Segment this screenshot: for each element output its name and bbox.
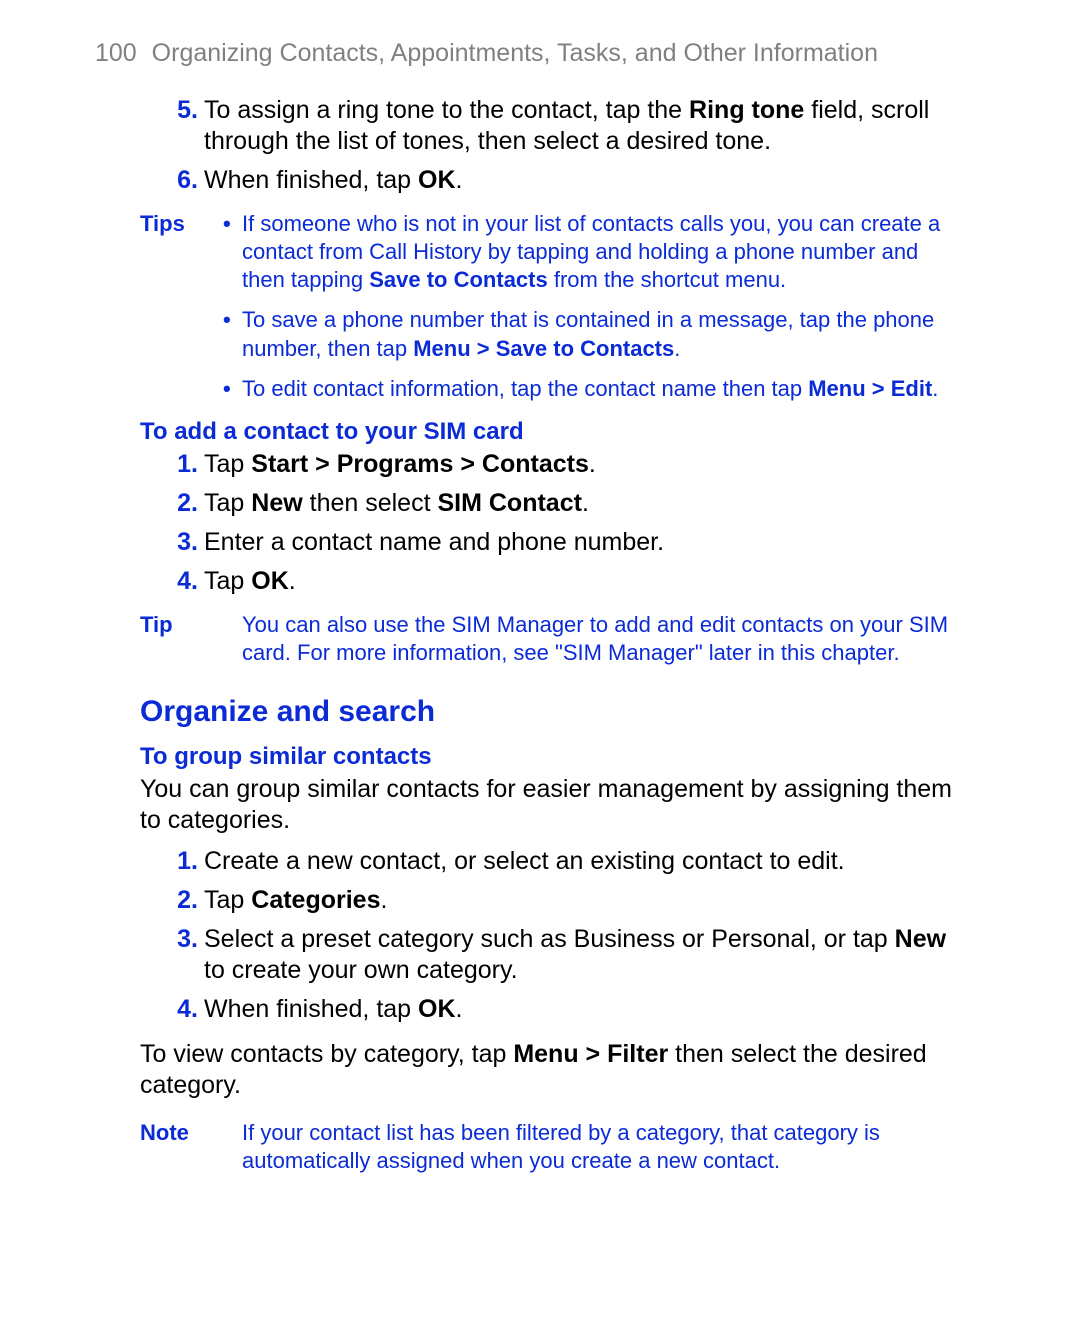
text-fragment: . xyxy=(456,995,463,1023)
step-text: To assign a ring tone to the contact, ta… xyxy=(204,96,929,155)
sim-step-1: 1. Tap Start > Programs > Contacts. xyxy=(140,449,965,480)
tip-item: • If someone who is not in your list of … xyxy=(242,210,965,294)
text-fragment: . xyxy=(932,376,938,401)
section-organize-search: Organize and search xyxy=(140,693,965,730)
step-number: 2. xyxy=(164,488,198,519)
text-fragment: Tap xyxy=(204,450,251,478)
note-text: If your contact list has been filtered b… xyxy=(242,1120,880,1173)
sim-step-3: 3. Enter a contact name and phone number… xyxy=(140,527,965,558)
sim-heading: To add a contact to your SIM card xyxy=(140,417,965,447)
page-header: 100 Organizing Contacts, Appointments, T… xyxy=(0,38,1080,69)
group-step-3: 3. Select a preset category such as Busi… xyxy=(140,924,965,986)
bold-ok: OK xyxy=(418,995,456,1023)
tip-item: • To save a phone number that is contain… xyxy=(242,306,965,362)
text-fragment: . xyxy=(380,886,387,914)
text-fragment: To edit contact information, tap the con… xyxy=(242,376,808,401)
group-steps-list: 1. Create a new contact, or select an ex… xyxy=(140,846,965,1025)
note-label: Note xyxy=(140,1119,189,1147)
group-intro: You can group similar contacts for easie… xyxy=(140,774,965,836)
step-number: 4. xyxy=(164,566,198,597)
text-fragment: . xyxy=(582,489,589,517)
bold-menu-filter: Menu > Filter xyxy=(513,1040,668,1068)
text-fragment: Tap xyxy=(204,886,251,914)
step-6: 6. When finished, tap OK. xyxy=(140,165,965,196)
step-text: Tap Categories. xyxy=(204,886,387,914)
sim-step-2: 2. Tap New then select SIM Contact. xyxy=(140,488,965,519)
bold-save-to-contacts: Save to Contacts xyxy=(369,267,548,292)
step-text: When finished, tap OK. xyxy=(204,166,462,194)
step-number: 3. xyxy=(164,527,198,558)
tip-block-sim-manager: Tip You can also use the SIM Manager to … xyxy=(140,611,965,667)
group-step-1: 1. Create a new contact, or select an ex… xyxy=(140,846,965,877)
tip-text: You can also use the SIM Manager to add … xyxy=(242,612,948,665)
text-fragment: then select xyxy=(303,489,438,517)
step-5: 5. To assign a ring tone to the contact,… xyxy=(140,95,965,157)
bold-new: New xyxy=(895,925,946,953)
text-fragment: When finished, tap xyxy=(204,166,418,194)
text-fragment: . xyxy=(674,336,680,361)
step-number: 2. xyxy=(164,885,198,916)
step-text: Create a new contact, or select an exist… xyxy=(204,847,845,875)
bold-ringtone: Ring tone xyxy=(689,96,804,124)
bold-new: New xyxy=(251,489,302,517)
step-text: Enter a contact name and phone number. xyxy=(204,528,664,556)
step-text: Tap OK. xyxy=(204,567,296,595)
filter-paragraph: To view contacts by category, tap Menu >… xyxy=(140,1039,965,1101)
step-text: Tap Start > Programs > Contacts. xyxy=(204,450,596,478)
step-number: 6. xyxy=(164,165,198,196)
bold-categories: Categories xyxy=(251,886,380,914)
step-text: Tap New then select SIM Contact. xyxy=(204,489,589,517)
tip-item: • To edit contact information, tap the c… xyxy=(242,375,965,403)
tip-label: Tip xyxy=(140,611,173,639)
sim-step-4: 4. Tap OK. xyxy=(140,566,965,597)
tips-list: • If someone who is not in your list of … xyxy=(242,210,965,403)
bullet-icon: • xyxy=(223,306,231,334)
step-text: Select a preset category such as Busines… xyxy=(204,925,946,984)
bold-sim-contact: SIM Contact xyxy=(437,489,581,517)
bold-ok: OK xyxy=(251,567,289,595)
text-fragment: . xyxy=(289,567,296,595)
step-number: 3. xyxy=(164,924,198,955)
group-step-4: 4. When finished, tap OK. xyxy=(140,994,965,1025)
step-number: 4. xyxy=(164,994,198,1025)
tips-block: Tips • If someone who is not in your lis… xyxy=(140,210,965,403)
group-heading: To group similar contacts xyxy=(140,742,965,772)
bold-menu-edit: Menu > Edit xyxy=(808,376,932,401)
page-content: 5. To assign a ring tone to the contact,… xyxy=(0,95,1080,1175)
tips-label: Tips xyxy=(140,210,185,238)
text-fragment: to create your own category. xyxy=(204,956,518,984)
text-fragment: . xyxy=(456,166,463,194)
text-fragment: Select a preset category such as Busines… xyxy=(204,925,895,953)
text-fragment: To assign a ring tone to the contact, ta… xyxy=(204,96,689,124)
text-fragment: When finished, tap xyxy=(204,995,418,1023)
text-fragment: To view contacts by category, tap xyxy=(140,1040,513,1068)
bullet-icon: • xyxy=(223,210,231,238)
top-steps-list: 5. To assign a ring tone to the contact,… xyxy=(140,95,965,196)
step-number: 1. xyxy=(164,449,198,480)
step-number: 1. xyxy=(164,846,198,877)
text-fragment: Tap xyxy=(204,567,251,595)
group-step-2: 2. Tap Categories. xyxy=(140,885,965,916)
bullet-icon: • xyxy=(223,375,231,403)
bold-menu-save: Menu > Save to Contacts xyxy=(413,336,674,361)
bold-start-path: Start > Programs > Contacts xyxy=(251,450,589,478)
step-text: When finished, tap OK. xyxy=(204,995,462,1023)
chapter-title: Organizing Contacts, Appointments, Tasks… xyxy=(152,39,878,67)
text-fragment: . xyxy=(589,450,596,478)
note-block: Note If your contact list has been filte… xyxy=(140,1119,965,1175)
text-fragment: Tap xyxy=(204,489,251,517)
page-number: 100 xyxy=(95,38,137,69)
bold-ok: OK xyxy=(418,166,456,194)
text-fragment: from the shortcut menu. xyxy=(548,267,786,292)
step-number: 5. xyxy=(164,95,198,126)
sim-steps-list: 1. Tap Start > Programs > Contacts. 2. T… xyxy=(140,449,965,597)
